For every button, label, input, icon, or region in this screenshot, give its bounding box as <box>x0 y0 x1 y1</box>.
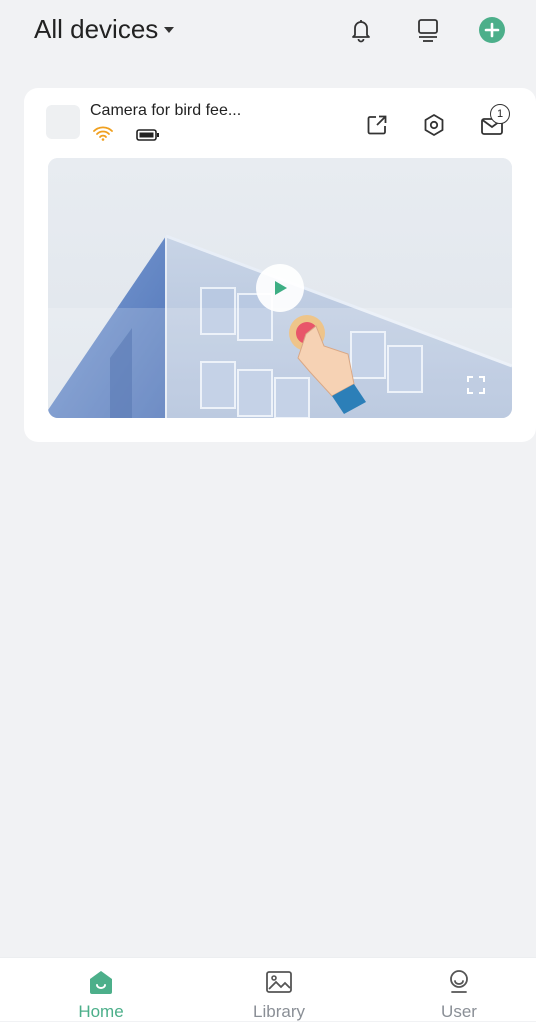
user-icon <box>404 968 514 996</box>
share-icon[interactable] <box>364 112 390 138</box>
nav-home-label: Home <box>78 1002 124 1021</box>
device-card[interactable]: Camera for bird fee... 1 <box>24 88 536 442</box>
caret-down-icon <box>164 26 175 33</box>
top-bar: All devices <box>0 0 536 70</box>
nav-home[interactable]: Home <box>46 968 156 1022</box>
library-icon <box>224 968 334 996</box>
wifi-icon <box>92 125 114 146</box>
bell-icon[interactable] <box>347 16 375 44</box>
message-count-badge: 1 <box>490 104 510 124</box>
nav-library-label: Library <box>253 1002 305 1021</box>
nav-user[interactable]: User <box>404 968 514 1022</box>
nav-library[interactable]: Library <box>224 968 334 1022</box>
device-thumbnail <box>46 105 80 139</box>
play-button[interactable] <box>256 264 304 312</box>
nav-user-label: User <box>441 1002 477 1021</box>
messages-icon[interactable]: 1 <box>480 104 510 138</box>
device-filter-dropdown[interactable]: All devices <box>34 14 175 45</box>
devices-icon[interactable] <box>414 16 442 44</box>
battery-icon <box>136 128 160 146</box>
bottom-nav: Home Library User <box>0 957 536 1021</box>
add-icon[interactable] <box>478 16 506 44</box>
home-icon <box>46 968 156 996</box>
page-title: All devices <box>34 14 159 44</box>
device-name: Camera for bird fee... <box>90 102 242 119</box>
settings-icon[interactable] <box>421 112 447 138</box>
camera-preview[interactable] <box>48 158 512 418</box>
play-icon <box>275 281 287 295</box>
fullscreen-icon[interactable] <box>466 375 486 400</box>
